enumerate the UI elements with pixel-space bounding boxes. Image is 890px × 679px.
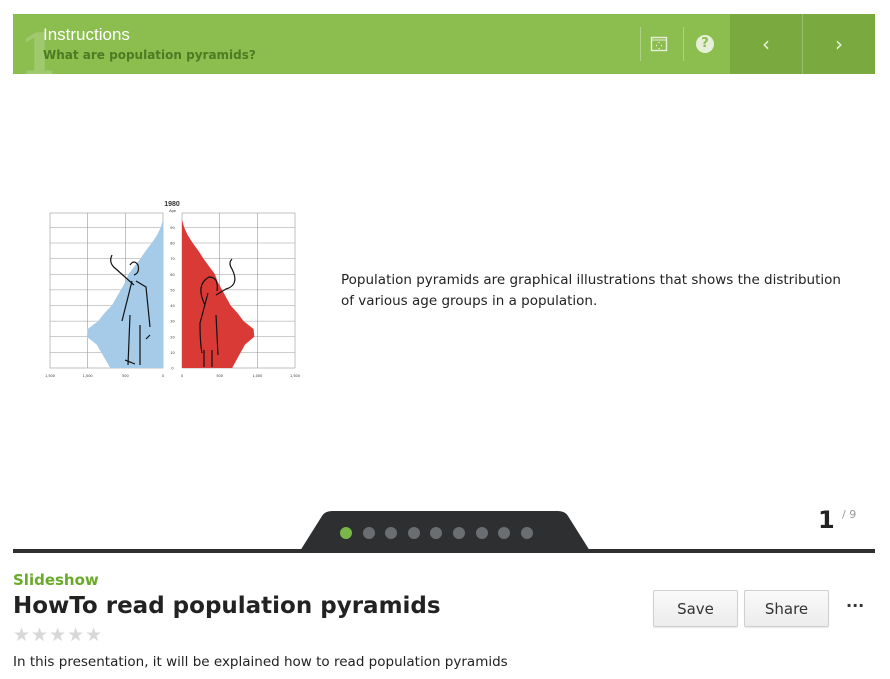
divider xyxy=(640,27,641,61)
x-tick-label: 1,000 xyxy=(83,374,93,378)
chevron-left-icon: ‹ xyxy=(762,32,770,56)
slide-dot[interactable] xyxy=(520,527,533,539)
presentation-description: In this presentation, it will be explain… xyxy=(13,654,508,670)
divider xyxy=(683,27,684,61)
age-tick-label: 50 xyxy=(170,288,174,292)
chevron-right-icon: › xyxy=(835,32,843,56)
progress-bar-line xyxy=(13,549,875,553)
slide-dot[interactable] xyxy=(498,527,511,539)
nav-zone: ‹ › xyxy=(730,14,875,74)
age-axis-label: Age xyxy=(169,209,176,213)
help-icon[interactable]: ? xyxy=(696,35,714,53)
x-tick-label: 500 xyxy=(122,374,129,378)
slide-dot[interactable] xyxy=(362,527,375,539)
slide-subtitle: What are population pyramids? xyxy=(43,48,256,62)
age-tick-label: 10 xyxy=(170,351,174,355)
slide-dots xyxy=(340,527,533,539)
x-tick-label: 500 xyxy=(216,374,223,378)
slide-dot[interactable] xyxy=(475,527,488,539)
save-button[interactable]: Save xyxy=(653,590,738,627)
population-pyramid-image: 1980 1,500 1,000 500 0 0 500 1,000 1,500 0 10 20 30… xyxy=(45,201,300,378)
age-tick-label: 20 xyxy=(170,335,174,339)
fullscreen-icon[interactable] xyxy=(650,35,668,53)
x-tick-label: 0 xyxy=(181,374,183,378)
more-options-button[interactable]: ··· xyxy=(846,596,864,615)
star-rating[interactable]: ★★★★★ xyxy=(13,624,103,646)
male-population-area xyxy=(86,213,163,368)
slide-dot[interactable] xyxy=(407,527,420,539)
age-tick-label: 70 xyxy=(170,257,174,261)
slide-text: Population pyramids are graphical illust… xyxy=(341,272,841,309)
age-tick-label: 30 xyxy=(170,320,174,324)
slideshow-header: 1 Instructions What are population pyram… xyxy=(13,14,875,88)
slide-dot[interactable] xyxy=(340,527,352,539)
share-button[interactable]: Share xyxy=(744,590,829,627)
age-tick-label: 60 xyxy=(170,273,174,277)
x-tick-label: 1,000 xyxy=(252,374,262,378)
female-population-area xyxy=(182,213,255,368)
prev-slide-button[interactable]: ‹ xyxy=(730,14,802,74)
next-slide-button[interactable]: › xyxy=(803,14,875,74)
section-title: Instructions xyxy=(43,25,130,44)
x-tick-label: 0 xyxy=(162,374,164,378)
slide-dot[interactable] xyxy=(430,527,443,539)
pyramid-year: 1980 xyxy=(164,201,180,208)
total-slides: / 9 xyxy=(842,508,857,521)
current-slide-number: 1 xyxy=(818,506,835,534)
x-tick-label: 1,500 xyxy=(45,374,55,378)
age-tick-label: 80 xyxy=(170,242,174,246)
age-tick-label: 0 xyxy=(171,367,173,371)
age-tick-label: 90 xyxy=(170,226,174,230)
age-tick-label: 40 xyxy=(170,304,174,308)
slide-dot[interactable] xyxy=(385,527,398,539)
slide-dot[interactable] xyxy=(452,527,465,539)
content-type-label: Slideshow xyxy=(13,571,99,589)
presentation-title: HowTo read population pyramids xyxy=(13,593,441,619)
x-tick-label: 1,500 xyxy=(290,374,300,378)
